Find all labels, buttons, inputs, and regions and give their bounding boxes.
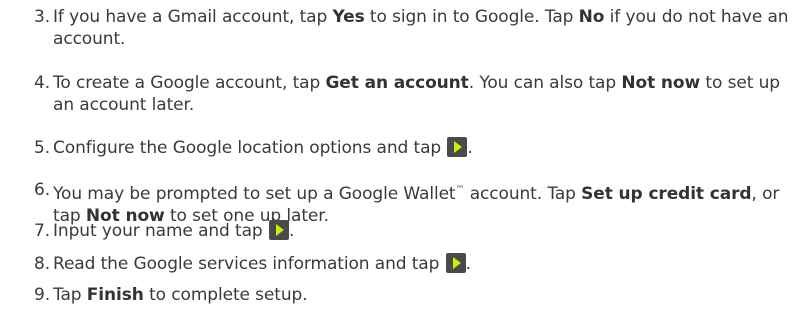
step-number: 9. [34, 285, 51, 305]
text-segment: . [288, 221, 295, 241]
step-4: 4. To create a Google account, tap Get a… [34, 72, 804, 116]
next-arrow-icon [268, 220, 289, 240]
text-segment: Tap [53, 285, 87, 305]
bold-term-set-up-credit-card: Set up credit card [581, 184, 752, 204]
step-number: 8. [34, 254, 51, 274]
step-text: Read the Google services information and… [34, 253, 804, 275]
step-text: Configure the Google location options an… [34, 137, 804, 159]
text-segment: You may be prompted to set up a Google W… [53, 184, 456, 204]
text-segment: to complete setup. [143, 285, 308, 305]
step-number: 3. [34, 7, 51, 27]
text-segment: . You can also tap [468, 73, 622, 93]
step-5: 5. Configure the Google location options… [34, 137, 804, 159]
step-number: 5. [34, 138, 51, 158]
step-text: If you have a Gmail account, tap Yes to … [34, 6, 804, 50]
step-text: Tap Finish to complete setup. [34, 284, 804, 306]
step-8: 8. Read the Google services information … [34, 253, 804, 275]
step-number: 7. [34, 221, 51, 241]
step-3: 3. If you have a Gmail account, tap Yes … [34, 6, 804, 50]
text-segment: Configure the Google location options an… [53, 138, 447, 158]
text-segment: to sign in to Google. Tap [364, 7, 579, 27]
bold-term-finish: Finish [86, 285, 144, 305]
bold-term-get-an-account: Get an account [325, 73, 469, 93]
text-segment: account. Tap [464, 184, 582, 204]
bold-term-yes: Yes [332, 7, 365, 27]
step-text: To create a Google account, tap Get an a… [34, 72, 804, 116]
text-segment: If you have a Gmail account, tap [53, 7, 333, 27]
bold-term-no: No [578, 7, 605, 27]
bold-term-not-now: Not now [621, 73, 701, 93]
step-9: 9. Tap Finish to complete setup. [34, 284, 804, 306]
step-7: 7. Input your name and tap . [34, 220, 804, 242]
next-arrow-icon [447, 137, 468, 157]
next-arrow-icon [445, 253, 466, 273]
text-segment: . [467, 138, 473, 158]
text-segment: To create a Google account, tap [53, 73, 326, 93]
step-number: 6. [34, 180, 51, 200]
step-number: 4. [34, 73, 51, 93]
text-segment: Input your name and tap [53, 221, 268, 241]
step-text: Input your name and tap . [34, 220, 804, 242]
text-segment: Read the Google services information and… [53, 254, 445, 274]
text-segment: . [465, 254, 471, 274]
